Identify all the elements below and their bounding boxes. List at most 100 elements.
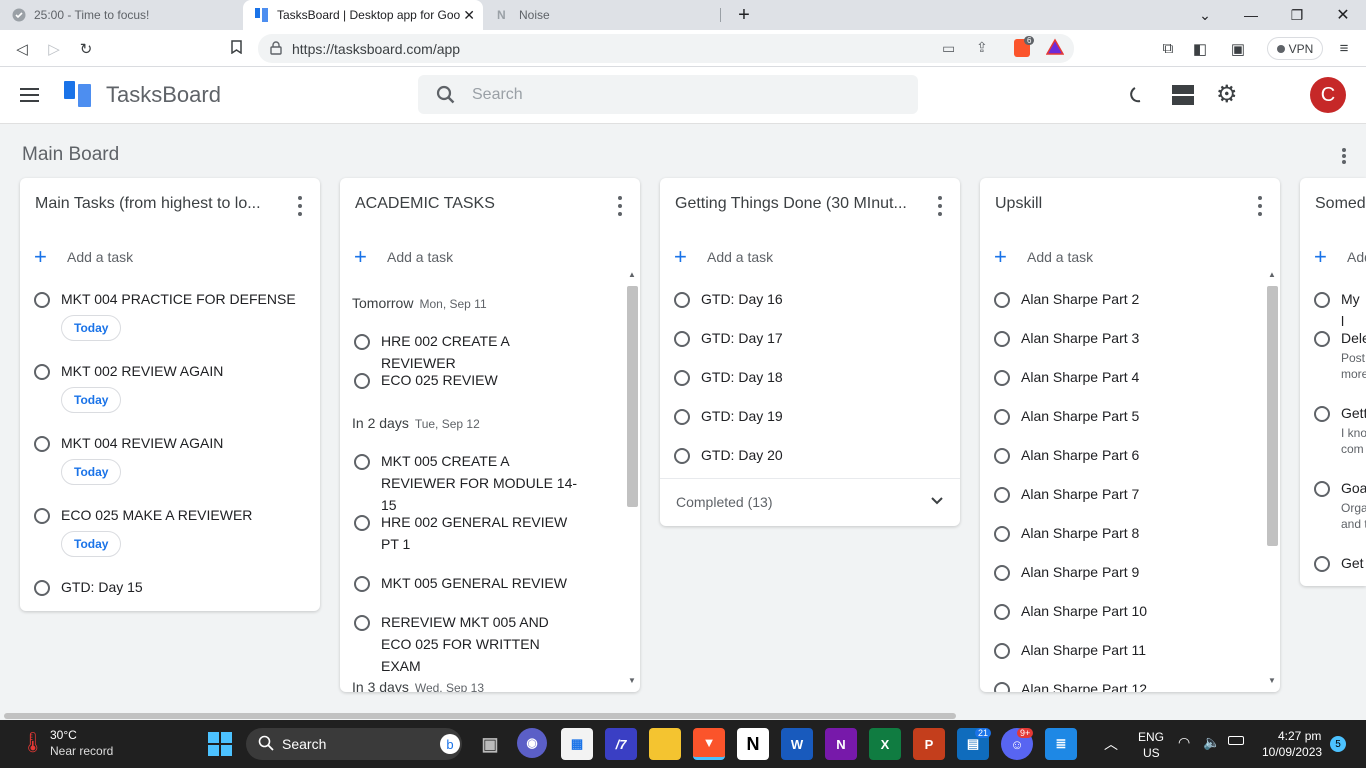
language-top[interactable]: ENG [1138, 730, 1164, 744]
task-item[interactable]: Alan Sharpe Part 10 [994, 602, 1147, 622]
task-checkbox[interactable] [994, 409, 1010, 425]
task-checkbox[interactable] [354, 576, 370, 592]
task-checkbox[interactable] [1314, 292, 1330, 308]
close-window-button[interactable]: ✕ [1320, 0, 1366, 30]
due-date-chip[interactable]: Today [61, 387, 122, 413]
start-button[interactable] [204, 728, 236, 760]
task-checkbox[interactable] [674, 370, 690, 386]
browser-tab-tasksboard[interactable]: TasksBoard | Desktop app for Goo ✕ [243, 0, 483, 30]
task-checkbox[interactable] [994, 292, 1010, 308]
pen-app-icon[interactable]: /7 [605, 728, 637, 760]
extensions-button[interactable]: ⧉ [1154, 30, 1182, 67]
bookmark-button[interactable] [222, 30, 250, 67]
add-task-button[interactable]: + Add a task [34, 246, 133, 268]
task-item[interactable]: Alan Sharpe Part 8 [994, 524, 1139, 544]
board-menu-button[interactable] [1336, 148, 1352, 164]
search-box[interactable] [418, 75, 918, 114]
wifi-icon[interactable]: ◠ [1178, 734, 1190, 751]
task-item[interactable]: REREVIEW MKT 005 AND ECO 025 FOR WRITTEN… [354, 613, 581, 677]
task-item[interactable]: Alan Sharpe Part 4 [994, 368, 1139, 388]
clock-time[interactable]: 4:27 pm [1278, 729, 1321, 743]
task-checkbox[interactable] [354, 515, 370, 531]
task-item[interactable]: GTD: Day 16 [674, 290, 783, 310]
cast-icon[interactable]: ▭ [942, 40, 955, 57]
sidebar-button[interactable]: ◧ [1186, 30, 1214, 67]
task-item[interactable]: Alan Sharpe Part 6 [994, 446, 1139, 466]
file-explorer-icon[interactable] [649, 728, 681, 760]
task-item[interactable]: HRE 002 CREATE A REVIEWER [354, 332, 581, 374]
task-item[interactable]: My l [1314, 290, 1366, 332]
task-checkbox[interactable] [34, 436, 50, 452]
user-avatar[interactable]: C [1310, 77, 1346, 113]
task-checkbox[interactable] [354, 454, 370, 470]
task-item[interactable]: MKT 004 PRACTICE FOR DEFENSE [34, 290, 296, 310]
scrollbar-thumb[interactable] [627, 286, 638, 507]
task-checkbox[interactable] [34, 508, 50, 524]
excel-icon[interactable]: X [869, 728, 901, 760]
browser-tab-noise[interactable]: N Noise [485, 0, 721, 30]
scroll-down-icon[interactable]: ▼ [1268, 676, 1276, 685]
task-checkbox[interactable] [354, 615, 370, 631]
task-item[interactable]: MKT 002 REVIEW AGAIN [34, 362, 223, 382]
task-checkbox[interactable] [994, 331, 1010, 347]
vpn-button[interactable]: VPN [1267, 37, 1323, 60]
list-menu-button[interactable] [612, 196, 628, 216]
due-date-chip[interactable]: Today [61, 459, 122, 485]
clock-date[interactable]: 10/09/2023 [1262, 745, 1322, 759]
volume-icon[interactable]: 🔈 [1203, 734, 1220, 751]
list-scrollbar[interactable]: ▲ ▼ [1265, 270, 1279, 692]
brave-browser-icon[interactable]: ▼ [693, 728, 725, 760]
board-horizontal-scrollbar[interactable] [0, 712, 1366, 720]
scroll-up-icon[interactable]: ▲ [1268, 270, 1276, 279]
word-icon[interactable]: W [781, 728, 813, 760]
task-item[interactable]: Alan Sharpe Part 9 [994, 563, 1139, 583]
browser-menu-button[interactable]: ≡ [1330, 30, 1358, 67]
task-checkbox[interactable] [1314, 406, 1330, 422]
battery-icon[interactable] [1228, 736, 1244, 745]
task-item[interactable]: GTD: Day 19 [674, 407, 783, 427]
share-icon[interactable]: ⇪ [976, 39, 988, 56]
back-button[interactable]: ◁ [8, 30, 36, 67]
teams-chat-icon[interactable]: ◉ [517, 728, 547, 758]
weather-temp[interactable]: 30°C [50, 728, 77, 742]
task-checkbox[interactable] [354, 334, 370, 350]
brave-rewards-icon[interactable] [1045, 38, 1065, 61]
task-checkbox[interactable] [34, 580, 50, 596]
taskbar-search[interactable]: Search b [246, 728, 462, 760]
add-task-button[interactable]: + Add [1314, 246, 1366, 268]
task-item[interactable]: Gett [1314, 404, 1366, 424]
task-view-icon[interactable]: ▣ [474, 728, 506, 760]
task-item[interactable]: Alan Sharpe Part 7 [994, 485, 1139, 505]
task-item[interactable]: ECO 025 MAKE A REVIEWER [34, 506, 252, 526]
task-item[interactable]: Alan Sharpe Part 12 [994, 680, 1147, 692]
task-checkbox[interactable] [994, 565, 1010, 581]
task-checkbox[interactable] [34, 292, 50, 308]
task-item[interactable]: MKT 005 CREATE A REVIEWER FOR MODULE 14-… [354, 452, 581, 516]
task-checkbox[interactable] [674, 331, 690, 347]
list-menu-button[interactable] [1252, 196, 1268, 216]
task-item[interactable]: MKT 005 GENERAL REVIEW [354, 574, 581, 594]
task-item[interactable]: GTD: Day 17 [674, 329, 783, 349]
store-icon[interactable]: ▦ [561, 728, 593, 760]
task-item[interactable]: Goa [1314, 479, 1366, 499]
task-checkbox[interactable] [354, 373, 370, 389]
task-checkbox[interactable] [994, 643, 1010, 659]
add-task-button[interactable]: + Add a task [354, 246, 453, 268]
board-view-button[interactable] [1172, 85, 1194, 110]
notepad-icon[interactable]: ≣ [1045, 728, 1077, 760]
completed-section-toggle[interactable]: Completed (13) [660, 478, 960, 526]
task-checkbox[interactable] [994, 487, 1010, 503]
task-checkbox[interactable] [994, 526, 1010, 542]
browser-tab-focus[interactable]: 25:00 - Time to focus! [0, 0, 240, 30]
task-item[interactable]: Alan Sharpe Part 5 [994, 407, 1139, 427]
onenote-icon[interactable]: N [825, 728, 857, 760]
reload-button[interactable]: ↻ [72, 30, 100, 67]
task-checkbox[interactable] [994, 604, 1010, 620]
show-hidden-icons-chevron-icon[interactable]: ︿ [1104, 734, 1118, 754]
task-checkbox[interactable] [674, 409, 690, 425]
scroll-up-icon[interactable]: ▲ [628, 270, 636, 279]
scroll-down-icon[interactable]: ▼ [628, 676, 636, 685]
task-checkbox[interactable] [994, 370, 1010, 386]
tab-search-button[interactable]: ⌄ [1182, 0, 1228, 30]
task-item[interactable]: ECO 025 REVIEW [354, 371, 581, 391]
